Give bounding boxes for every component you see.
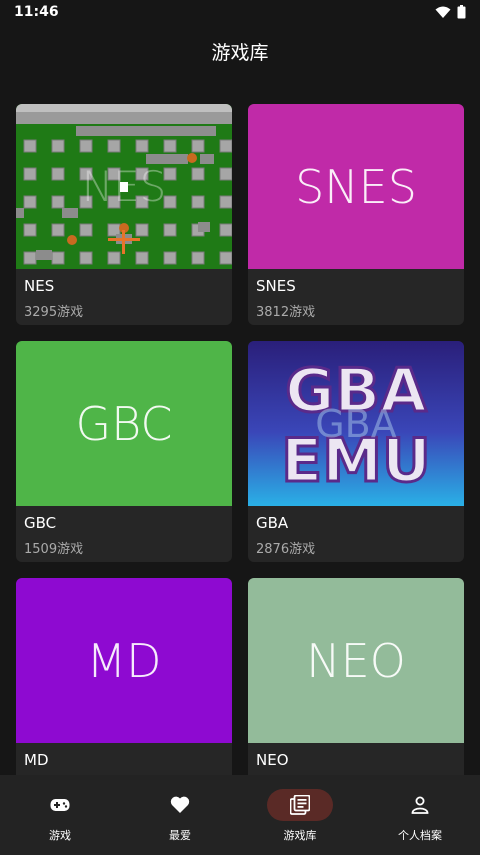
page-title: 游戏库 xyxy=(211,42,269,64)
cover-text-snes: SNES xyxy=(295,159,417,214)
nav-item-favorites[interactable]: 最爱 xyxy=(120,775,240,855)
cover-text-md: MD xyxy=(86,633,162,688)
wifi-icon xyxy=(435,6,451,18)
cover-md: MD xyxy=(16,578,232,743)
nav-label: 最爱 xyxy=(169,829,191,842)
console-name: SNES xyxy=(256,277,296,295)
nav-item-library[interactable]: 游戏库 xyxy=(240,775,360,855)
cover-text-gbc: GBC xyxy=(75,396,173,451)
console-name: NES xyxy=(24,277,55,295)
nav-item-games[interactable]: 游戏 xyxy=(0,775,120,855)
person-icon xyxy=(411,796,429,814)
console-name: MD xyxy=(24,751,49,769)
console-card-gba[interactable]: GBA EMU GBA GBA 2876游戏 xyxy=(248,341,464,562)
cover-neo: NEO xyxy=(248,578,464,743)
console-card-nes[interactable]: NES NES 3295游戏 xyxy=(16,104,232,325)
game-count: 1509游戏 xyxy=(24,542,84,557)
nav-label: 个人档案 xyxy=(398,829,442,842)
cover-gbc: GBC xyxy=(16,341,232,506)
game-count: 3812游戏 xyxy=(256,305,316,320)
cover-text-neo: NEO xyxy=(306,633,406,688)
bottom-nav: 游戏 最爱 游戏库 个人档案 xyxy=(0,775,480,855)
console-card-snes[interactable]: SNES SNES 3812游戏 xyxy=(248,104,464,325)
console-name: NEO xyxy=(256,751,289,769)
status-time: 11:46 xyxy=(14,4,59,20)
console-card-neo[interactable]: NEO NEO xyxy=(248,578,464,775)
nav-item-profile[interactable]: 个人档案 xyxy=(360,775,480,855)
cover-text-gba: GBA xyxy=(315,402,397,446)
status-bar: 11:46 xyxy=(0,0,480,26)
nav-label: 游戏 xyxy=(49,829,71,842)
game-count: 2876游戏 xyxy=(256,542,316,557)
game-count: 3295游戏 xyxy=(24,305,84,320)
cover-gba: GBA EMU GBA xyxy=(248,341,464,506)
console-card-md[interactable]: MD MD xyxy=(16,578,232,775)
battery-icon xyxy=(457,5,466,19)
library-icon xyxy=(290,795,310,815)
heart-icon xyxy=(170,796,190,813)
console-name: GBA xyxy=(256,514,289,532)
console-card-gbc[interactable]: GBC GBC 1509游戏 xyxy=(16,341,232,562)
gba-emu-logo: GBA EMU GBA xyxy=(280,355,432,498)
nav-label: 游戏库 xyxy=(283,829,317,842)
cover-nes: NES xyxy=(16,104,232,269)
cover-snes: SNES xyxy=(248,104,464,269)
cover-text-nes: NES xyxy=(81,162,167,211)
gamepad-icon xyxy=(50,799,70,811)
console-name: GBC xyxy=(24,514,57,532)
console-grid: NES NES 3295游戏 SNES SNES 3812游戏 GBC GBC … xyxy=(16,104,464,775)
status-icons xyxy=(435,5,466,19)
